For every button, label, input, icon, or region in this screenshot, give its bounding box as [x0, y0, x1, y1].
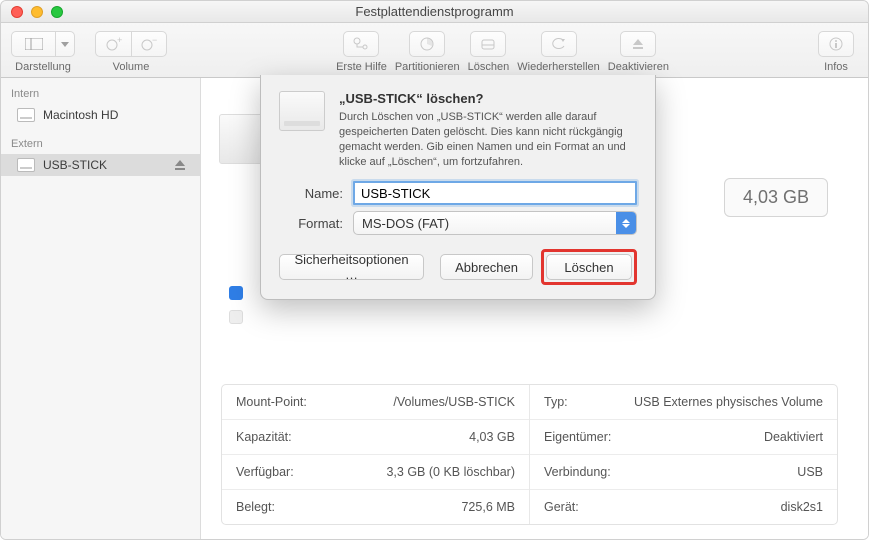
sidebar-header-internal: Intern [1, 84, 200, 104]
sidebar: Intern Macintosh HD Extern USB-STICK [1, 78, 201, 539]
info-row: Verbindung:USB [530, 455, 837, 490]
sheet-title: „USB-STICK“ löschen? [339, 91, 637, 106]
usage-legend-blue [229, 286, 243, 300]
restore-icon [551, 37, 567, 51]
info-row: Typ:USB Externes physisches Volume [530, 385, 837, 420]
usage-legend-gray [229, 310, 243, 324]
info-row: Belegt:725,6 MB [222, 490, 529, 524]
svg-text:+: + [117, 37, 122, 45]
info-row: Mount-Point:/Volumes/USB-STICK [222, 385, 529, 420]
deactivate-button[interactable] [620, 31, 656, 57]
disk-icon [17, 158, 35, 172]
stethoscope-icon [352, 37, 370, 51]
info-button[interactable] [818, 31, 854, 57]
chevrons-icon [616, 212, 636, 234]
name-input[interactable] [353, 181, 637, 205]
restore-button[interactable] [541, 31, 577, 57]
chevron-down-icon [61, 42, 69, 47]
first-aid-button[interactable] [343, 31, 379, 57]
erase-confirm-button[interactable]: Löschen [546, 254, 632, 280]
eject-icon[interactable] [174, 159, 186, 171]
sidebar-header-external: Extern [1, 134, 200, 154]
format-select[interactable]: MS-DOS (FAT) [353, 211, 637, 235]
cancel-button[interactable]: Abbrechen [440, 254, 533, 280]
eject-icon [631, 37, 645, 51]
sidebar-icon [25, 38, 43, 50]
name-label: Name: [279, 186, 343, 201]
info-col-right: Typ:USB Externes physisches Volume Eigen… [530, 385, 837, 524]
info-row: Kapazität:4,03 GB [222, 420, 529, 455]
volume-label: Volume [113, 61, 150, 73]
erase-icon [480, 37, 496, 51]
pie-icon [419, 36, 435, 52]
volume-plus-icon: + [106, 37, 122, 51]
volume-add-button[interactable]: + [95, 31, 131, 57]
info-row: Verfügbar:3,3 GB (0 KB löschbar) [222, 455, 529, 490]
view-dropdown[interactable] [55, 31, 75, 57]
erase-button-highlight: Löschen [541, 249, 637, 285]
info-col-left: Mount-Point:/Volumes/USB-STICK Kapazität… [222, 385, 530, 524]
disk-utility-window: Festplattendienstprogramm Darstellung + … [0, 0, 869, 540]
volume-minus-icon: − [141, 37, 157, 51]
partition-button[interactable] [409, 31, 445, 57]
capacity-badge: 4,03 GB [724, 178, 828, 217]
view-toggle[interactable] [11, 31, 55, 57]
sidebar-item-external-disk[interactable]: USB-STICK [1, 154, 200, 176]
sidebar-item-internal-disk[interactable]: Macintosh HD [1, 104, 200, 126]
security-options-button[interactable]: Sicherheitsoptionen … [279, 254, 424, 280]
sheet-description: Durch Löschen von „USB-STICK“ werden all… [339, 110, 637, 169]
titlebar: Festplattendienstprogramm [1, 1, 868, 23]
view-label: Darstellung [15, 61, 71, 73]
svg-text:−: − [152, 37, 157, 45]
format-label: Format: [279, 216, 343, 231]
format-selected: MS-DOS (FAT) [362, 216, 449, 231]
info-icon [828, 36, 844, 52]
erase-sheet: „USB-STICK“ löschen? Durch Löschen von „… [260, 75, 656, 300]
sidebar-item-label: Macintosh HD [43, 108, 118, 122]
disk-icon [17, 108, 35, 122]
volume-remove-button[interactable]: − [131, 31, 167, 57]
info-row: Gerät:disk2s1 [530, 490, 837, 524]
info-panel: Mount-Point:/Volumes/USB-STICK Kapazität… [221, 384, 838, 525]
drive-icon [279, 91, 325, 131]
window-title: Festplattendienstprogramm [1, 4, 868, 19]
toolbar: Darstellung + − Volume Erste Hilfe [1, 23, 868, 78]
sidebar-item-label: USB-STICK [43, 158, 107, 172]
erase-button[interactable] [470, 31, 506, 57]
info-row: Eigentümer:Deaktiviert [530, 420, 837, 455]
